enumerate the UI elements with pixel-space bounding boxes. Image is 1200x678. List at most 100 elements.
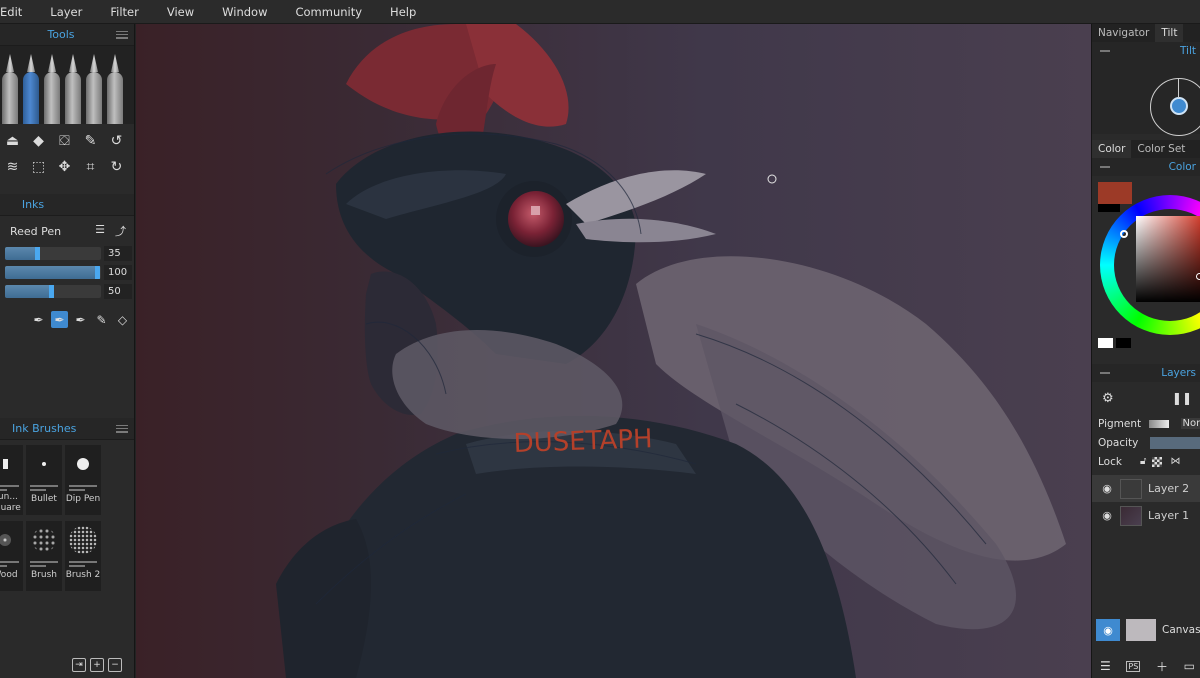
- opacity-slider[interactable]: 100: [0, 263, 134, 282]
- pencil-tool[interactable]: [2, 72, 18, 124]
- layer-thumbnail: [1120, 478, 1142, 499]
- undo-icon[interactable]: ↺: [106, 132, 128, 150]
- eyedropper-icon[interactable]: ✎: [80, 132, 102, 150]
- brush-preset[interactable]: Bullet: [26, 445, 62, 515]
- redo-icon[interactable]: ↻: [106, 158, 128, 176]
- layer-row[interactable]: ◉ Layer 1: [1092, 502, 1200, 529]
- menu-filter[interactable]: Filter: [96, 0, 152, 24]
- black-swatch[interactable]: [1116, 338, 1131, 348]
- left-panel: Tools ⏏ ◆ ⛋ ✎ ↺ ≋ ⬚ ✥ ⌗ ↻ Inks Reed Pen …: [0, 24, 135, 678]
- stamp-icon[interactable]: ⏏: [2, 132, 24, 150]
- ink-pen-tool[interactable]: [23, 72, 39, 124]
- softness-value[interactable]: 50: [104, 284, 132, 299]
- opacity-value[interactable]: 100: [104, 265, 132, 280]
- tab-navigator[interactable]: Navigator: [1092, 24, 1155, 42]
- ink-brushes-panel: Ink Brushes Run... Square Bullet Dip Pen: [0, 418, 134, 678]
- menu-view[interactable]: View: [153, 0, 208, 24]
- psd-export-icon[interactable]: PS: [1126, 660, 1141, 672]
- color-title: Color: [1168, 161, 1196, 173]
- tools-header: Tools: [0, 24, 134, 46]
- import-brush-icon[interactable]: ⇥: [72, 658, 86, 672]
- airbrush-tool[interactable]: [107, 72, 123, 124]
- transform-icon[interactable]: ✥: [54, 158, 76, 176]
- crop-icon[interactable]: ⌗: [80, 158, 102, 176]
- pigment-icon: [1149, 419, 1169, 428]
- tools-panel: Tools ⏏ ◆ ⛋ ✎ ↺ ≋ ⬚ ✥ ⌗ ↻: [0, 24, 134, 190]
- tab-color[interactable]: Color: [1092, 140, 1132, 158]
- panel-menu-icon[interactable]: [116, 424, 128, 433]
- brush-pen-tool[interactable]: [86, 72, 102, 124]
- smudge-icon[interactable]: ≋: [2, 158, 24, 176]
- menu-help[interactable]: Help: [376, 0, 430, 24]
- menu-bar: Edit Layer Filter View Window Community …: [0, 0, 1200, 24]
- brush-preset[interactable]: Run... Square: [0, 445, 23, 515]
- menu-edit[interactable]: Edit: [0, 0, 36, 24]
- eraser-mode-icon[interactable]: ◇: [114, 311, 131, 328]
- menu-community[interactable]: Community: [281, 0, 376, 24]
- technical-pen-tool[interactable]: [44, 72, 60, 124]
- size-slider[interactable]: 35: [0, 244, 134, 263]
- brush-preset[interactable]: Dip Pen: [65, 445, 101, 515]
- drawing-canvas[interactable]: DUSETAPH: [136, 24, 1091, 678]
- white-swatch[interactable]: [1098, 338, 1113, 348]
- eye-icon[interactable]: ◉: [1100, 482, 1114, 495]
- layer-opacity-slider[interactable]: [1150, 436, 1200, 449]
- menu-layer[interactable]: Layer: [36, 0, 96, 24]
- tab-tilt[interactable]: Tilt: [1155, 24, 1184, 42]
- pen-mode-icon[interactable]: ✒: [30, 311, 47, 328]
- secondary-color-swatch[interactable]: [1098, 204, 1120, 212]
- lock-transparency-icon[interactable]: [1152, 456, 1163, 467]
- add-brush-icon[interactable]: +: [90, 658, 104, 672]
- navigator-tabs: Navigator Tilt: [1092, 24, 1200, 42]
- primary-color-swatch[interactable]: [1098, 182, 1132, 204]
- saturation-value-square[interactable]: [1136, 216, 1200, 302]
- brush-grid: Run... Square Bullet Dip Pen Wood Brush: [0, 440, 134, 591]
- size-value[interactable]: 35: [104, 246, 132, 261]
- remove-brush-icon[interactable]: −: [108, 658, 122, 672]
- lock-icon[interactable]: 🔓︎: [1140, 456, 1146, 467]
- tilt-widget[interactable]: [1092, 60, 1200, 136]
- layer-adjust-icon[interactable]: ☰: [1100, 659, 1111, 673]
- pause-icon[interactable]: ❚❚: [1172, 391, 1192, 405]
- brush-label: Bullet: [31, 494, 57, 504]
- brush-preset[interactable]: Brush 2: [65, 521, 101, 591]
- brush-preset[interactable]: Wood: [0, 521, 23, 591]
- lock-move-icon[interactable]: ⋈: [1170, 456, 1180, 467]
- lock-row: Lock 🔓︎ ⋈: [1092, 452, 1200, 471]
- brush-label: Wood: [0, 570, 18, 580]
- layer-row[interactable]: ◉ Layer 2: [1092, 475, 1200, 502]
- eye-icon[interactable]: ◉: [1100, 509, 1114, 522]
- curve-icon[interactable]: ⤴: [115, 223, 126, 239]
- pen-selector: [0, 46, 134, 124]
- pigment-select[interactable]: Nor: [1180, 418, 1200, 429]
- ink-brushes-title: Ink Brushes: [12, 422, 77, 435]
- new-folder-icon[interactable]: ▭: [1184, 659, 1195, 673]
- pen-soft-mode-icon[interactable]: ✒: [72, 311, 89, 328]
- eraser-icon[interactable]: ◆: [28, 132, 50, 150]
- layer-tools: ⚙ ❚❚: [1092, 382, 1200, 414]
- layers-header: Layers: [1092, 364, 1200, 382]
- menu-window[interactable]: Window: [208, 0, 281, 24]
- fill-icon[interactable]: ⛋: [54, 132, 76, 150]
- color-picker[interactable]: [1092, 176, 1200, 356]
- settings-sliders-icon[interactable]: ☰: [95, 223, 105, 239]
- softness-slider[interactable]: 50: [0, 282, 134, 301]
- canvas-eye-icon[interactable]: ◉: [1096, 619, 1120, 641]
- tab-color-set[interactable]: Color Set: [1131, 140, 1191, 158]
- add-layer-icon[interactable]: ＋: [1156, 658, 1168, 675]
- selection-icon[interactable]: ⬚: [28, 158, 50, 176]
- ink-mode-icons: ✒ ✒ ✒ ✎ ◇: [0, 301, 134, 328]
- ink-brushes-header: Ink Brushes: [0, 418, 134, 440]
- pen-light-mode-icon[interactable]: ✎: [93, 311, 110, 328]
- color-tabs: Color Color Set: [1092, 140, 1200, 158]
- pen-fill-mode-icon[interactable]: ✒: [51, 311, 68, 328]
- layer-settings-icon[interactable]: ⚙: [1102, 391, 1114, 406]
- brush-label: Run... Square: [0, 492, 21, 513]
- canvas-layer-row[interactable]: ◉ Canvas: [1092, 614, 1200, 646]
- brush-label: Brush: [31, 570, 57, 580]
- marker-tool[interactable]: [65, 72, 81, 124]
- pigment-row: Pigment Nor: [1092, 414, 1200, 433]
- brush-preset[interactable]: Brush: [26, 521, 62, 591]
- panel-menu-icon[interactable]: [115, 30, 128, 39]
- tilt-title: Tilt: [1179, 45, 1196, 57]
